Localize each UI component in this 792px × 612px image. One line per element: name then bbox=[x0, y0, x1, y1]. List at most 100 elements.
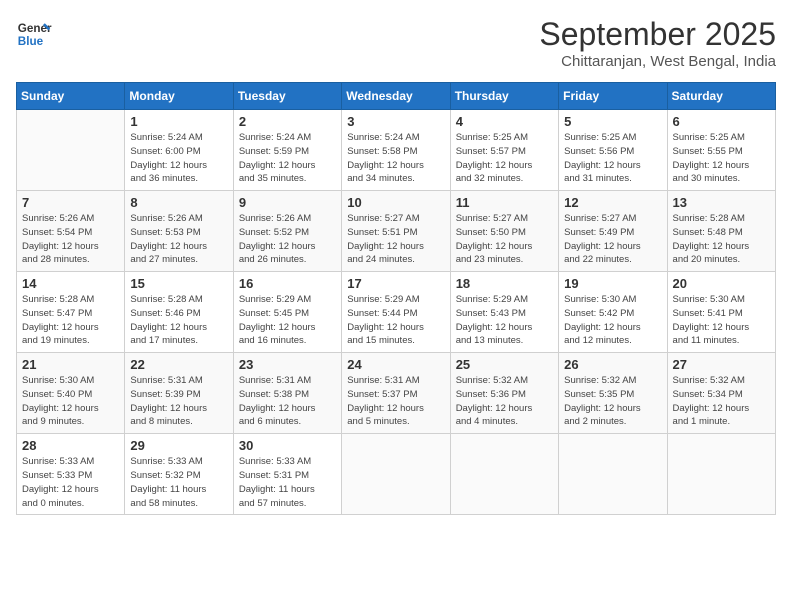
day-info: Sunrise: 5:29 AM Sunset: 5:43 PM Dayligh… bbox=[456, 293, 553, 348]
day-info: Sunrise: 5:33 AM Sunset: 5:32 PM Dayligh… bbox=[130, 455, 227, 510]
calendar-cell: 8Sunrise: 5:26 AM Sunset: 5:53 PM Daylig… bbox=[125, 191, 233, 272]
calendar-cell: 4 Sunrise: 5:25 AM Sunset: 5:57 PM Daylig… bbox=[450, 110, 558, 191]
day-header: Sunday bbox=[17, 83, 125, 110]
day-info: Sunrise: 5:26 AM Sunset: 5:52 PM Dayligh… bbox=[239, 212, 336, 267]
calendar-cell: 20 Sunrise: 5:30 AM Sunset: 5:41 PM Dayli… bbox=[667, 272, 775, 353]
day-info: Sunrise: 5:26 AM Sunset: 5:54 PM Dayligh… bbox=[22, 212, 119, 267]
day-number: 11 bbox=[456, 195, 553, 210]
calendar-cell: 7 Sunrise: 5:26 AM Sunset: 5:54 PM Daylig… bbox=[17, 191, 125, 272]
month-title: September 2025 bbox=[539, 16, 776, 53]
day-number: 7 bbox=[22, 195, 119, 210]
calendar-cell: 2 Sunrise: 5:24 AM Sunset: 5:59 PM Daylig… bbox=[233, 110, 341, 191]
day-info: Sunrise: 5:26 AM Sunset: 5:53 PM Dayligh… bbox=[130, 212, 227, 267]
days-of-week-row: SundayMondayTuesdayWednesdayThursdayFrid… bbox=[17, 83, 776, 110]
page-header: General Blue September 2025 Chittaranjan… bbox=[16, 16, 776, 70]
calendar-cell: 15 Sunrise: 5:28 AM Sunset: 5:46 PM Dayli… bbox=[125, 272, 233, 353]
calendar-cell: 27Sunrise: 5:32 AM Sunset: 5:34 PM Dayli… bbox=[667, 353, 775, 434]
calendar-week: 21 Sunrise: 5:30 AM Sunset: 5:40 PM Dayli… bbox=[17, 353, 776, 434]
day-number: 19 bbox=[564, 276, 661, 291]
day-number: 26 bbox=[564, 357, 661, 372]
calendar-week: 7 Sunrise: 5:26 AM Sunset: 5:54 PM Daylig… bbox=[17, 191, 776, 272]
day-info: Sunrise: 5:28 AM Sunset: 5:48 PM Dayligh… bbox=[673, 212, 770, 267]
day-header: Wednesday bbox=[342, 83, 450, 110]
day-number: 3 bbox=[347, 114, 444, 129]
day-number: 30 bbox=[239, 438, 336, 453]
day-info: Sunrise: 5:33 AM Sunset: 5:33 PM Dayligh… bbox=[22, 455, 119, 510]
logo-icon: General Blue bbox=[16, 16, 52, 52]
day-number: 2 bbox=[239, 114, 336, 129]
day-number: 20 bbox=[673, 276, 770, 291]
day-number: 27 bbox=[673, 357, 770, 372]
day-number: 25 bbox=[456, 357, 553, 372]
calendar-week: 1Sunrise: 5:24 AM Sunset: 6:00 PM Daylig… bbox=[17, 110, 776, 191]
calendar-cell: 10 Sunrise: 5:27 AM Sunset: 5:51 PM Dayli… bbox=[342, 191, 450, 272]
calendar-cell: 1Sunrise: 5:24 AM Sunset: 6:00 PM Daylig… bbox=[125, 110, 233, 191]
calendar-week: 14 Sunrise: 5:28 AM Sunset: 5:47 PM Dayli… bbox=[17, 272, 776, 353]
day-info: Sunrise: 5:29 AM Sunset: 5:44 PM Dayligh… bbox=[347, 293, 444, 348]
day-info: Sunrise: 5:27 AM Sunset: 5:49 PM Dayligh… bbox=[564, 212, 661, 267]
day-number: 24 bbox=[347, 357, 444, 372]
day-number: 17 bbox=[347, 276, 444, 291]
calendar-cell: 22 Sunrise: 5:31 AM Sunset: 5:39 PM Dayli… bbox=[125, 353, 233, 434]
day-info: Sunrise: 5:30 AM Sunset: 5:40 PM Dayligh… bbox=[22, 374, 119, 429]
day-info: Sunrise: 5:28 AM Sunset: 5:46 PM Dayligh… bbox=[130, 293, 227, 348]
calendar-body: 1Sunrise: 5:24 AM Sunset: 6:00 PM Daylig… bbox=[17, 110, 776, 515]
day-info: Sunrise: 5:25 AM Sunset: 5:56 PM Dayligh… bbox=[564, 131, 661, 186]
calendar-cell: 21 Sunrise: 5:30 AM Sunset: 5:40 PM Dayli… bbox=[17, 353, 125, 434]
day-number: 4 bbox=[456, 114, 553, 129]
day-info: Sunrise: 5:25 AM Sunset: 5:57 PM Dayligh… bbox=[456, 131, 553, 186]
day-info: Sunrise: 5:29 AM Sunset: 5:45 PM Dayligh… bbox=[239, 293, 336, 348]
calendar-table: SundayMondayTuesdayWednesdayThursdayFrid… bbox=[16, 82, 776, 515]
day-number: 28 bbox=[22, 438, 119, 453]
calendar-cell: 30Sunrise: 5:33 AM Sunset: 5:31 PM Dayli… bbox=[233, 434, 341, 515]
calendar-cell: 6 Sunrise: 5:25 AM Sunset: 5:55 PM Daylig… bbox=[667, 110, 775, 191]
day-header: Thursday bbox=[450, 83, 558, 110]
calendar-cell: 13 Sunrise: 5:28 AM Sunset: 5:48 PM Dayli… bbox=[667, 191, 775, 272]
day-info: Sunrise: 5:32 AM Sunset: 5:36 PM Dayligh… bbox=[456, 374, 553, 429]
day-info: Sunrise: 5:24 AM Sunset: 5:59 PM Dayligh… bbox=[239, 131, 336, 186]
logo: General Blue bbox=[16, 16, 52, 52]
calendar-cell: 19Sunrise: 5:30 AM Sunset: 5:42 PM Dayli… bbox=[559, 272, 667, 353]
day-number: 23 bbox=[239, 357, 336, 372]
day-number: 15 bbox=[130, 276, 227, 291]
day-info: Sunrise: 5:31 AM Sunset: 5:37 PM Dayligh… bbox=[347, 374, 444, 429]
calendar-week: 28 Sunrise: 5:33 AM Sunset: 5:33 PM Dayli… bbox=[17, 434, 776, 515]
day-number: 18 bbox=[456, 276, 553, 291]
calendar-cell: 5Sunrise: 5:25 AM Sunset: 5:56 PM Daylig… bbox=[559, 110, 667, 191]
day-header: Tuesday bbox=[233, 83, 341, 110]
calendar-cell: 12 Sunrise: 5:27 AM Sunset: 5:49 PM Dayli… bbox=[559, 191, 667, 272]
calendar-cell: 18 Sunrise: 5:29 AM Sunset: 5:43 PM Dayli… bbox=[450, 272, 558, 353]
calendar-cell: 23 Sunrise: 5:31 AM Sunset: 5:38 PM Dayli… bbox=[233, 353, 341, 434]
day-info: Sunrise: 5:31 AM Sunset: 5:38 PM Dayligh… bbox=[239, 374, 336, 429]
day-number: 14 bbox=[22, 276, 119, 291]
day-header: Monday bbox=[125, 83, 233, 110]
day-number: 29 bbox=[130, 438, 227, 453]
calendar-cell: 17 Sunrise: 5:29 AM Sunset: 5:44 PM Dayli… bbox=[342, 272, 450, 353]
day-info: Sunrise: 5:27 AM Sunset: 5:51 PM Dayligh… bbox=[347, 212, 444, 267]
title-block: September 2025 Chittaranjan, West Bengal… bbox=[539, 16, 776, 70]
day-info: Sunrise: 5:24 AM Sunset: 6:00 PM Dayligh… bbox=[130, 131, 227, 186]
calendar-cell bbox=[342, 434, 450, 515]
day-info: Sunrise: 5:31 AM Sunset: 5:39 PM Dayligh… bbox=[130, 374, 227, 429]
calendar-cell: 9Sunrise: 5:26 AM Sunset: 5:52 PM Daylig… bbox=[233, 191, 341, 272]
calendar-cell: 3Sunrise: 5:24 AM Sunset: 5:58 PM Daylig… bbox=[342, 110, 450, 191]
calendar-cell: 16 Sunrise: 5:29 AM Sunset: 5:45 PM Dayli… bbox=[233, 272, 341, 353]
day-info: Sunrise: 5:28 AM Sunset: 5:47 PM Dayligh… bbox=[22, 293, 119, 348]
day-header: Saturday bbox=[667, 83, 775, 110]
day-header: Friday bbox=[559, 83, 667, 110]
calendar-cell: 28 Sunrise: 5:33 AM Sunset: 5:33 PM Dayli… bbox=[17, 434, 125, 515]
day-info: Sunrise: 5:27 AM Sunset: 5:50 PM Dayligh… bbox=[456, 212, 553, 267]
day-number: 10 bbox=[347, 195, 444, 210]
day-number: 13 bbox=[673, 195, 770, 210]
day-info: Sunrise: 5:30 AM Sunset: 5:41 PM Dayligh… bbox=[673, 293, 770, 348]
calendar-cell: 24 Sunrise: 5:31 AM Sunset: 5:37 PM Dayli… bbox=[342, 353, 450, 434]
day-number: 22 bbox=[130, 357, 227, 372]
calendar-cell bbox=[17, 110, 125, 191]
day-number: 16 bbox=[239, 276, 336, 291]
calendar-cell: 25 Sunrise: 5:32 AM Sunset: 5:36 PM Dayli… bbox=[450, 353, 558, 434]
day-number: 21 bbox=[22, 357, 119, 372]
day-number: 6 bbox=[673, 114, 770, 129]
day-number: 12 bbox=[564, 195, 661, 210]
day-info: Sunrise: 5:25 AM Sunset: 5:55 PM Dayligh… bbox=[673, 131, 770, 186]
calendar-cell bbox=[559, 434, 667, 515]
